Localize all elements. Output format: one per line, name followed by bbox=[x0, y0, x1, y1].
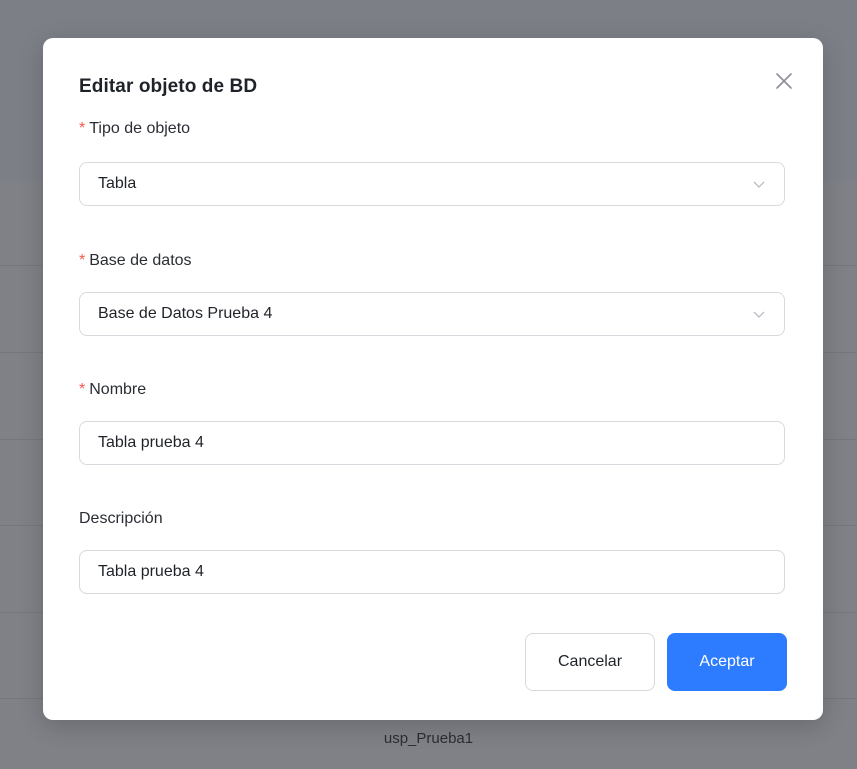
object-type-value: Tabla bbox=[98, 175, 137, 192]
chevron-down-icon bbox=[752, 177, 766, 191]
name-input-value: Tabla prueba 4 bbox=[98, 434, 204, 451]
cancel-button[interactable]: Cancelar bbox=[525, 633, 655, 691]
edit-db-object-dialog: Editar objeto de BD * Tipo de objeto Tabl… bbox=[43, 38, 823, 720]
required-marker: * bbox=[79, 381, 86, 398]
chevron-down-icon bbox=[752, 307, 766, 321]
description-input[interactable]: Tabla prueba 4 bbox=[79, 550, 785, 594]
required-marker: * bbox=[79, 120, 86, 137]
name-input[interactable]: Tabla prueba 4 bbox=[79, 421, 785, 465]
object-type-select[interactable]: Tabla bbox=[79, 162, 785, 206]
description-label: Descripción bbox=[79, 510, 163, 527]
dialog-title: Editar objeto de BD bbox=[79, 76, 258, 97]
accept-button[interactable]: Aceptar bbox=[667, 633, 787, 691]
name-label: * Nombre bbox=[79, 381, 147, 398]
required-marker: * bbox=[79, 252, 86, 269]
database-select[interactable]: Base de Datos Prueba 4 bbox=[79, 292, 785, 336]
database-value: Base de Datos Prueba 4 bbox=[98, 305, 273, 322]
background-table-cell: usp_Prueba1 bbox=[383, 730, 474, 747]
description-input-value: Tabla prueba 4 bbox=[98, 563, 204, 580]
close-icon[interactable] bbox=[773, 70, 795, 92]
object-type-label: * Tipo de objeto bbox=[79, 120, 191, 137]
database-label: * Base de datos bbox=[79, 252, 192, 269]
